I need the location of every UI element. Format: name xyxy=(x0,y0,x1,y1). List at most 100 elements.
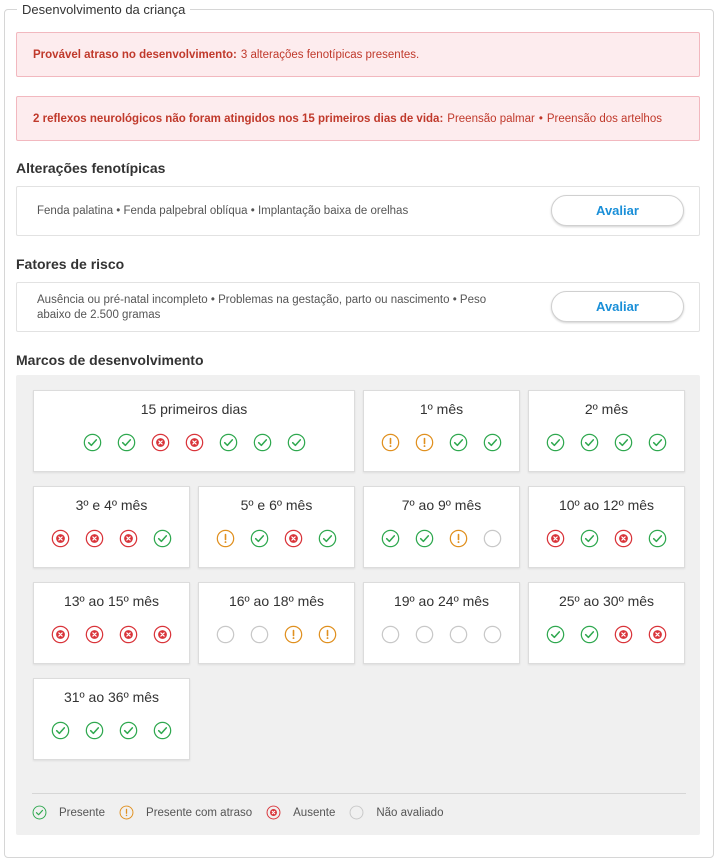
present-icon[interactable] xyxy=(153,721,172,740)
not-evaluated-icon[interactable] xyxy=(381,625,400,644)
present-icon[interactable] xyxy=(287,433,306,452)
present-icon[interactable] xyxy=(580,433,599,452)
absent-icon[interactable] xyxy=(614,625,633,644)
absent-icon[interactable] xyxy=(185,433,204,452)
absent-icon[interactable] xyxy=(85,529,104,548)
milestone-status-icons xyxy=(34,433,354,452)
legend-present-label: Presente xyxy=(59,806,106,819)
present-icon[interactable] xyxy=(219,433,238,452)
present-icon[interactable] xyxy=(85,721,104,740)
milestone-card[interactable]: 31º ao 36º mês xyxy=(33,678,190,760)
milestone-card[interactable]: 3º e 4º mês xyxy=(33,486,190,568)
milestone-card[interactable]: 16º ao 18º mês xyxy=(198,582,355,664)
milestone-status-icons xyxy=(529,529,684,548)
present-icon[interactable] xyxy=(51,721,70,740)
not-evaluated-icon[interactable] xyxy=(483,529,502,548)
milestone-status-icons xyxy=(199,625,354,644)
legend-absent: Ausente xyxy=(266,805,335,820)
legend-delayed-label: Presente com atraso xyxy=(146,806,253,819)
delay-alert-bold: Provável atraso no desenvolvimento: xyxy=(33,48,237,61)
legend-not-evaluated-label: Não avaliado xyxy=(376,806,444,819)
delayed-icon[interactable] xyxy=(449,529,468,548)
absent-icon[interactable] xyxy=(648,625,667,644)
delayed-icon[interactable] xyxy=(381,433,400,452)
delayed-icon[interactable] xyxy=(284,625,303,644)
absent-icon[interactable] xyxy=(85,625,104,644)
milestone-status-icons xyxy=(364,529,519,548)
absent-icon[interactable] xyxy=(119,529,138,548)
phenotypic-box: Fenda palatina • Fenda palpebral oblíqua… xyxy=(16,186,700,236)
milestone-card-title: 15 primeiros dias xyxy=(140,401,248,417)
milestone-card-title: 31º ao 36º mês xyxy=(63,689,160,705)
milestone-card-title: 1º mês xyxy=(419,401,464,417)
risk-text: Ausência ou pré-natal incompleto • Probl… xyxy=(37,294,487,321)
present-icon[interactable] xyxy=(153,529,172,548)
not-evaluated-icon[interactable] xyxy=(483,625,502,644)
reflexes-alert: 2 reflexos neurológicos não foram atingi… xyxy=(16,96,700,141)
milestone-status-icons xyxy=(199,529,354,548)
milestone-status-icons xyxy=(529,625,684,644)
present-icon[interactable] xyxy=(546,625,565,644)
delayed-icon[interactable] xyxy=(216,529,235,548)
present-icon[interactable] xyxy=(483,433,502,452)
milestone-card[interactable]: 5º e 6º mês xyxy=(198,486,355,568)
absent-icon[interactable] xyxy=(51,625,70,644)
not-evaluated-icon[interactable] xyxy=(216,625,235,644)
present-icon[interactable] xyxy=(648,433,667,452)
delay-alert-text: 3 alterações fenotípicas presentes. xyxy=(240,48,420,61)
present-icon[interactable] xyxy=(250,529,269,548)
milestone-card[interactable]: 2º mês xyxy=(528,390,685,472)
phenotypic-evaluate-button[interactable]: Avaliar xyxy=(551,195,684,226)
present-icon[interactable] xyxy=(614,433,633,452)
reflexes-alert-item2: Preensão dos artelhos xyxy=(546,112,662,125)
present-icon[interactable] xyxy=(83,433,102,452)
legend-present: Presente xyxy=(32,805,105,820)
milestone-card-title: 25º ao 30º mês xyxy=(558,593,655,609)
not-evaluated-icon xyxy=(349,805,370,820)
not-evaluated-icon[interactable] xyxy=(449,625,468,644)
absent-icon[interactable] xyxy=(614,529,633,548)
milestone-card-title: 3º e 4º mês xyxy=(75,497,148,513)
present-icon[interactable] xyxy=(449,433,468,452)
absent-icon[interactable] xyxy=(119,625,138,644)
delayed-icon[interactable] xyxy=(415,433,434,452)
present-icon[interactable] xyxy=(580,529,599,548)
milestone-status-icons xyxy=(34,721,189,740)
present-icon[interactable] xyxy=(648,529,667,548)
present-icon[interactable] xyxy=(415,529,434,548)
risk-evaluate-button[interactable]: Avaliar xyxy=(551,291,684,322)
milestone-card[interactable]: 1º mês xyxy=(363,390,520,472)
status-legend: Presente Presente com atraso Ausente Não… xyxy=(32,805,457,820)
not-evaluated-icon[interactable] xyxy=(250,625,269,644)
milestone-card[interactable]: 13º ao 15º mês xyxy=(33,582,190,664)
present-icon[interactable] xyxy=(546,433,565,452)
risk-title: Fatores de risco xyxy=(16,256,125,272)
milestone-card[interactable]: 10º ao 12º mês xyxy=(528,486,685,568)
absent-icon[interactable] xyxy=(151,433,170,452)
absent-icon[interactable] xyxy=(153,625,172,644)
absent-icon[interactable] xyxy=(284,529,303,548)
present-icon[interactable] xyxy=(253,433,272,452)
milestone-card[interactable]: 19º ao 24º mês xyxy=(363,582,520,664)
present-icon[interactable] xyxy=(381,529,400,548)
delayed-icon[interactable] xyxy=(318,625,337,644)
milestone-card-title: 13º ao 15º mês xyxy=(63,593,160,609)
milestone-card-title: 16º ao 18º mês xyxy=(228,593,325,609)
legend-divider xyxy=(32,793,686,794)
section-legend: Desenvolvimento da criança xyxy=(17,2,191,17)
present-icon[interactable] xyxy=(117,433,136,452)
milestone-card-title: 5º e 6º mês xyxy=(240,497,313,513)
present-icon xyxy=(32,805,53,820)
not-evaluated-icon[interactable] xyxy=(415,625,434,644)
milestone-card-title: 10º ao 12º mês xyxy=(558,497,655,513)
milestone-card[interactable]: 25º ao 30º mês xyxy=(528,582,685,664)
absent-icon[interactable] xyxy=(51,529,70,548)
present-icon[interactable] xyxy=(119,721,138,740)
milestones-panel: 15 primeiros dias 1º mês 2º mês 3º e 4º mês… xyxy=(16,375,700,835)
milestone-card[interactable]: 7º ao 9º mês xyxy=(363,486,520,568)
milestone-card[interactable]: 15 primeiros dias xyxy=(33,390,355,472)
present-icon[interactable] xyxy=(580,625,599,644)
present-icon[interactable] xyxy=(318,529,337,548)
legend-delayed: Presente com atraso xyxy=(119,805,252,820)
absent-icon[interactable] xyxy=(546,529,565,548)
